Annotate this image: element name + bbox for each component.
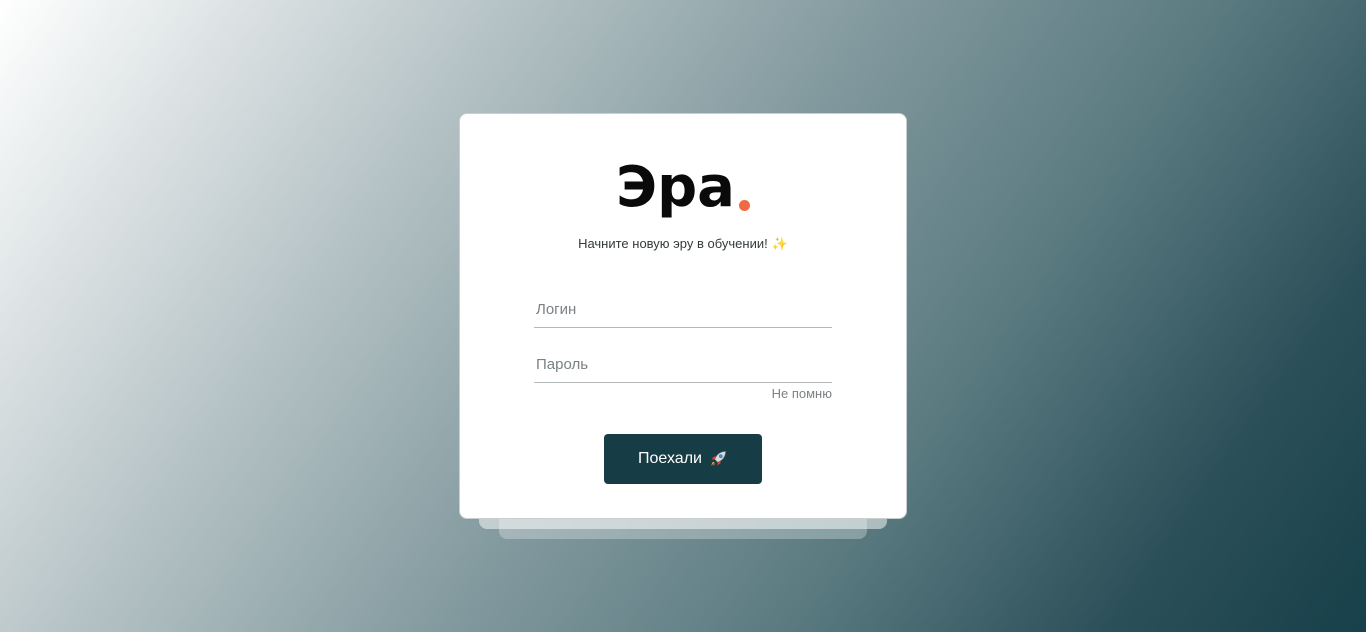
logo-dot xyxy=(738,200,750,211)
logo-text: Эра xyxy=(616,155,735,220)
logo: Эра xyxy=(459,152,907,224)
tagline: Начните новую эру в обучении! ✨ xyxy=(459,235,907,253)
password-input[interactable] xyxy=(534,347,832,382)
submit-button[interactable]: Поехали xyxy=(604,434,762,484)
sparkles-icon: ✨ xyxy=(771,236,788,251)
submit-label: Поехали xyxy=(638,450,702,467)
forgot-password-link[interactable]: Не помню xyxy=(534,386,832,402)
login-input[interactable] xyxy=(534,292,832,327)
tagline-text: Начните новую эру в обучении! xyxy=(578,236,768,251)
login-field[interactable] xyxy=(534,292,832,328)
rocket-icon xyxy=(708,449,728,469)
password-field[interactable] xyxy=(534,347,832,383)
forgot-password-label: Не помню xyxy=(771,386,832,401)
